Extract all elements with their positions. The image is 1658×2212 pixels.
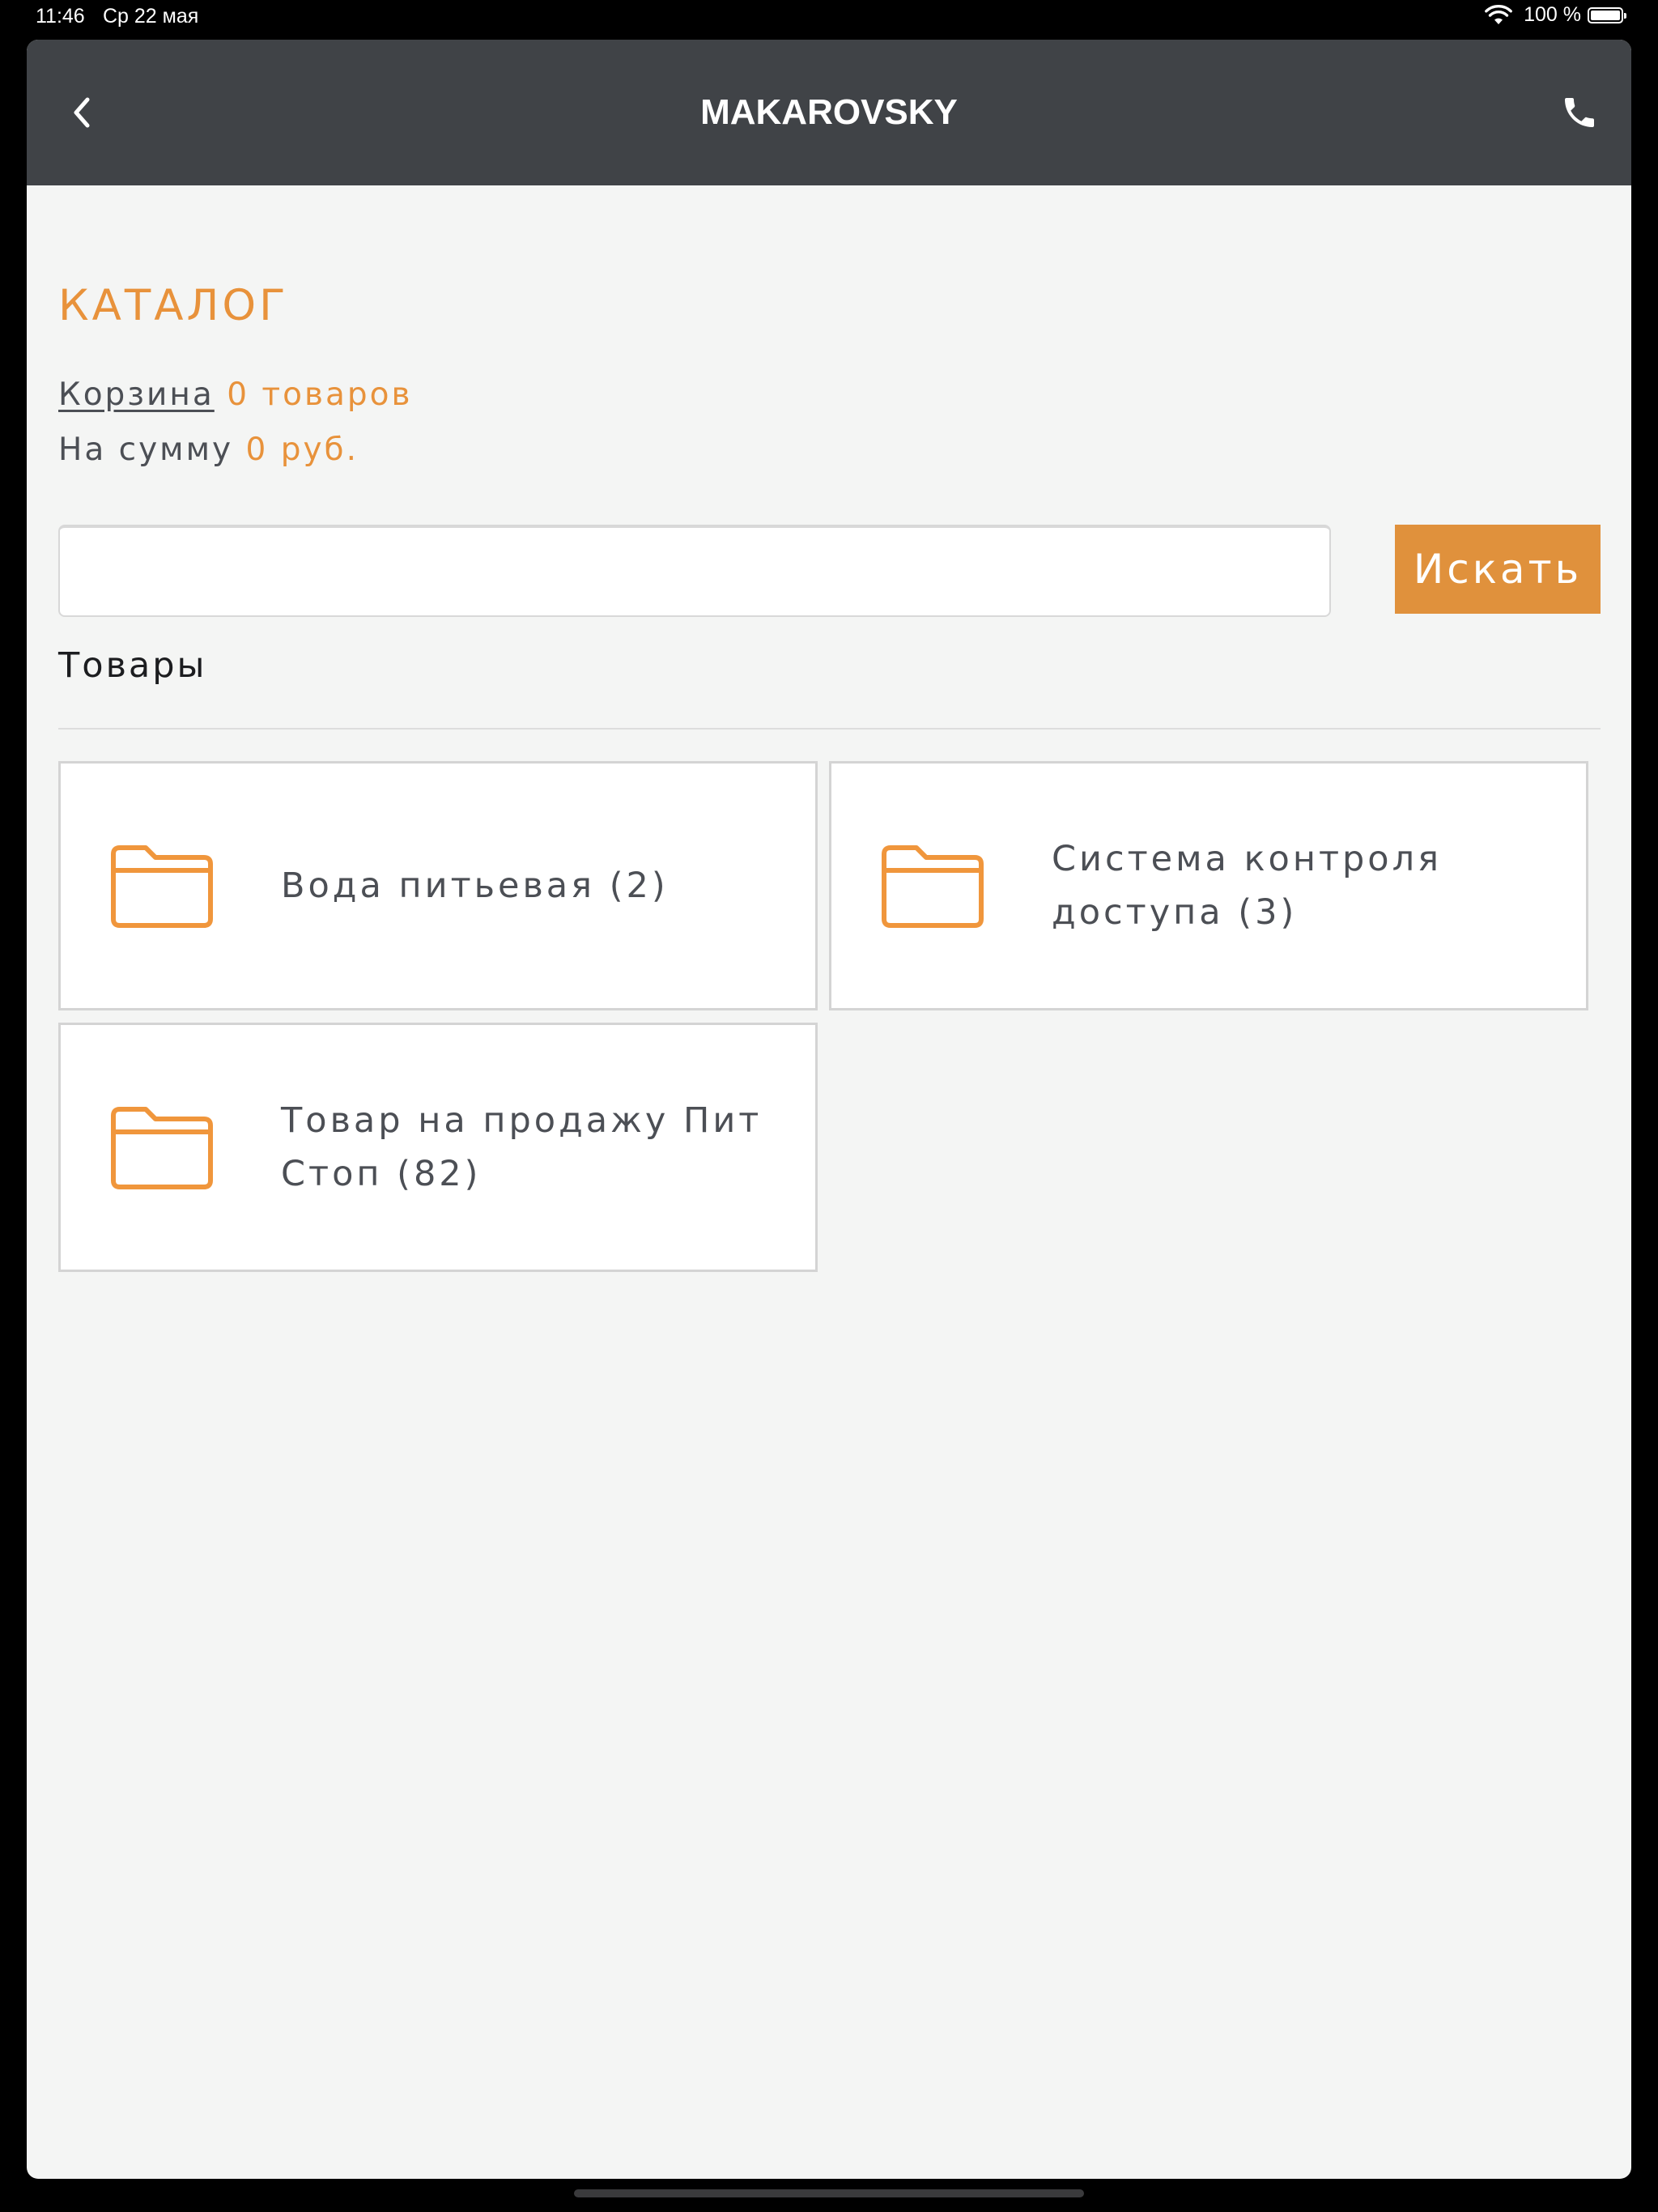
status-date: Ср 22 мая (103, 5, 199, 28)
search-input[interactable] (58, 525, 1331, 617)
category-label: Вода питьевая (2) (281, 866, 669, 906)
category-card[interactable]: Система контроля доступа (3) (829, 761, 1588, 1010)
wifi-icon (1485, 4, 1513, 24)
category-label: Товар на продажу Пит Стоп (82) (281, 1100, 763, 1194)
app-window: MAKAROVSKY КАТАЛОГ Корзина 0 товаров На … (27, 40, 1631, 2179)
sum-value: 0 руб. (245, 432, 359, 468)
cart-count: 0 товаров (227, 376, 413, 413)
cart-link[interactable]: Корзина (58, 376, 215, 413)
status-time: 11:46 (36, 5, 85, 28)
folder-icon (111, 845, 213, 928)
category-card[interactable]: Вода питьевая (2) (58, 761, 818, 1010)
nav-title: MAKAROVSKY (700, 92, 958, 132)
section-heading: Товары (58, 645, 207, 686)
folder-icon (111, 1107, 213, 1189)
home-indicator[interactable] (574, 2189, 1084, 2197)
folder-icon (882, 845, 984, 928)
status-indicators: 100 % (1485, 3, 1626, 27)
category-card[interactable]: Товар на продажу Пит Стоп (82) (58, 1023, 818, 1272)
page-title: КАТАЛОГ (58, 281, 289, 330)
battery-icon (1588, 6, 1626, 23)
sum-label: На сумму (58, 432, 234, 468)
status-bar: 11:46 Ср 22 мая 100 % (0, 0, 1658, 37)
search-button[interactable]: Искать (1395, 525, 1601, 614)
category-label: Система контроля доступа (3) (1052, 839, 1442, 933)
battery-percentage: 100 % (1524, 3, 1581, 26)
phone-icon[interactable] (1560, 93, 1599, 132)
cart-total: На сумму 0 руб. (58, 432, 359, 468)
cart-summary: Корзина 0 товаров (58, 376, 412, 413)
divider (58, 728, 1601, 730)
nav-bar: MAKAROVSKY (27, 40, 1631, 185)
